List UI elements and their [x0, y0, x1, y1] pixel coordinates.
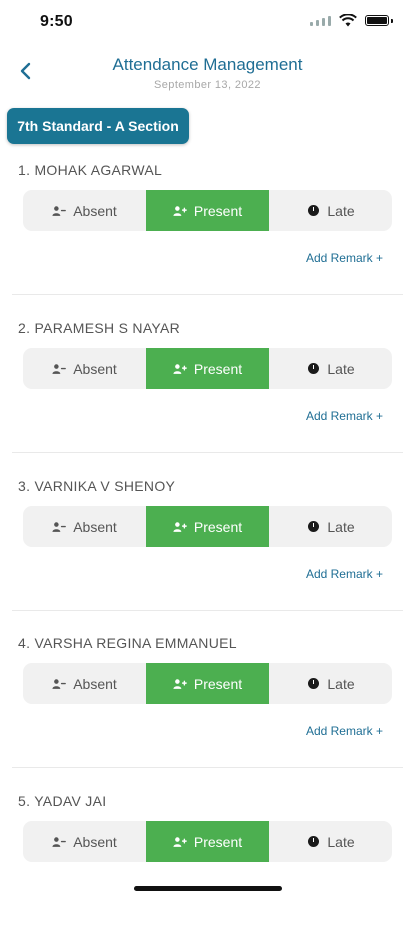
student-row: 3. VARNIKA V SHENOY Absent Present Late Add …	[0, 478, 415, 636]
person-plus-icon	[173, 205, 187, 217]
add-remark-link[interactable]: Add Remark +	[306, 724, 383, 738]
add-remark-link[interactable]: Add Remark +	[306, 251, 383, 265]
person-minus-icon	[52, 205, 67, 217]
add-remark-link[interactable]: Add Remark +	[306, 567, 383, 581]
absent-option[interactable]: Absent	[23, 506, 146, 547]
battery-tip	[391, 18, 393, 23]
divider	[12, 767, 403, 768]
person-plus-icon	[173, 678, 187, 690]
late-option-label: Late	[327, 360, 355, 377]
late-option[interactable]: Late	[269, 348, 392, 389]
absent-option-label: Absent	[73, 360, 117, 377]
absent-option[interactable]: Absent	[23, 190, 146, 231]
present-option-label: Present	[193, 202, 243, 219]
present-option[interactable]: Present	[146, 348, 269, 389]
person-minus-icon	[52, 836, 67, 848]
absent-option[interactable]: Absent	[23, 821, 146, 862]
person-minus-icon	[52, 521, 67, 533]
late-option[interactable]: Late	[269, 506, 392, 547]
late-option-label: Late	[327, 518, 355, 535]
student-name: 2. PARAMESH S NAYAR	[18, 320, 181, 336]
clock-icon	[306, 678, 320, 690]
student-row: 5. YADAV JAI Absent Present Late	[0, 793, 415, 951]
section-chip[interactable]: 7th Standard - A Section	[7, 108, 189, 144]
header: Attendance Management September 13, 2022	[0, 52, 415, 96]
clock-icon	[306, 836, 320, 848]
divider	[12, 610, 403, 611]
present-option[interactable]: Present	[146, 190, 269, 231]
present-option-label: Present	[193, 518, 243, 535]
attendance-toggle: Absent Present Late	[23, 190, 392, 231]
absent-option-label: Absent	[73, 675, 117, 692]
absent-option[interactable]: Absent	[23, 348, 146, 389]
present-option-label: Present	[193, 360, 243, 377]
person-plus-icon	[173, 836, 187, 848]
attendance-toggle: Absent Present Late	[23, 506, 392, 547]
late-option-label: Late	[327, 202, 355, 219]
person-minus-icon	[52, 363, 67, 375]
student-name: 4. VARSHA REGINA EMMANUEL	[18, 635, 237, 651]
absent-option-label: Absent	[73, 202, 117, 219]
present-option-label: Present	[193, 833, 243, 850]
late-option-label: Late	[327, 675, 355, 692]
page-date: September 13, 2022	[154, 79, 261, 91]
late-option[interactable]: Late	[269, 190, 392, 231]
attendance-toggle: Absent Present Late	[23, 821, 392, 862]
absent-option-label: Absent	[73, 518, 117, 535]
attendance-toggle: Absent Present Late	[23, 663, 392, 704]
add-remark-link[interactable]: Add Remark +	[306, 409, 383, 423]
person-minus-icon	[52, 678, 67, 690]
divider	[12, 294, 403, 295]
status-time: 9:50	[40, 13, 73, 30]
clock-icon	[306, 363, 320, 375]
student-name: 3. VARNIKA V SHENOY	[18, 478, 176, 494]
clock-icon	[306, 205, 320, 217]
wifi-icon	[339, 14, 357, 27]
late-option[interactable]: Late	[269, 663, 392, 704]
status-bar: 9:50	[0, 0, 415, 46]
signal-icon	[310, 15, 331, 26]
absent-option[interactable]: Absent	[23, 663, 146, 704]
clock-icon	[306, 521, 320, 533]
student-row: 4. VARSHA REGINA EMMANUEL Absent Present La…	[0, 635, 415, 793]
page-title: Attendance Management	[112, 55, 303, 74]
person-plus-icon	[173, 363, 187, 375]
status-icons	[310, 14, 393, 27]
person-plus-icon	[173, 521, 187, 533]
absent-option-label: Absent	[73, 833, 117, 850]
student-row: 2. PARAMESH S NAYAR Absent Present Late Add …	[0, 320, 415, 478]
home-indicator	[134, 886, 282, 891]
present-option-label: Present	[193, 675, 243, 692]
late-option[interactable]: Late	[269, 821, 392, 862]
battery-icon	[365, 15, 389, 26]
student-row: 1. MOHAK AGARWAL Absent Present Late Add Rem…	[0, 162, 415, 320]
attendance-toggle: Absent Present Late	[23, 348, 392, 389]
divider	[12, 452, 403, 453]
present-option[interactable]: Present	[146, 663, 269, 704]
student-name: 1. MOHAK AGARWAL	[18, 162, 163, 178]
late-option-label: Late	[327, 833, 355, 850]
present-option[interactable]: Present	[146, 821, 269, 862]
present-option[interactable]: Present	[146, 506, 269, 547]
student-name: 5. YADAV JAI	[18, 793, 107, 809]
